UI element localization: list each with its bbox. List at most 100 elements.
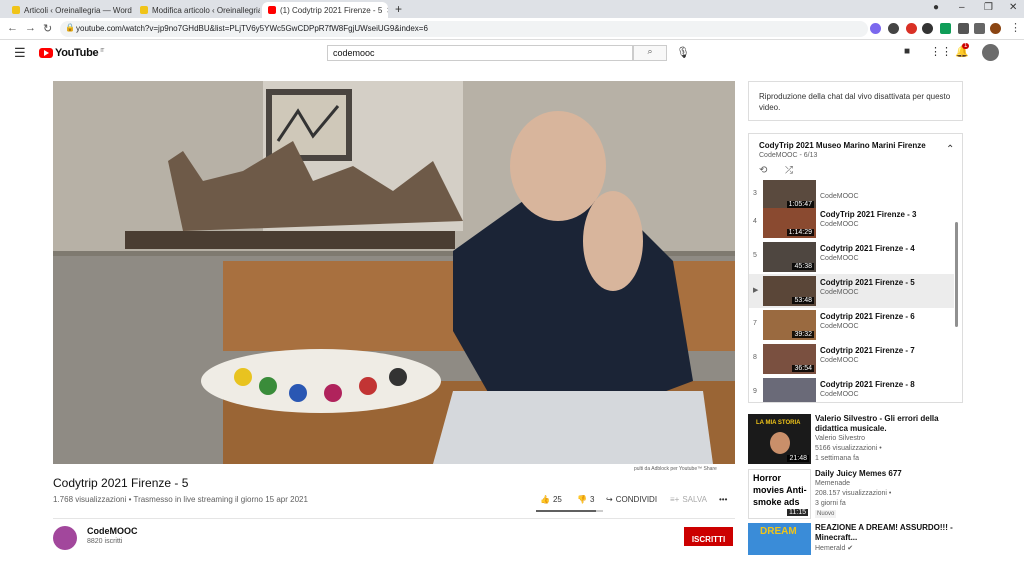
playlist-subtitle: CodeMOOC - 6/13 — [759, 152, 818, 159]
collapse-icon[interactable]: ⌃ — [946, 144, 954, 155]
tab-youtube[interactable]: (1) Codytrip 2021 Firenze - 5 ✕ — [262, 2, 388, 18]
recommended-age: 3 giorni fa — [815, 500, 846, 507]
search-icon: ⌕ — [647, 46, 653, 56]
channel-name[interactable]: CodeMOOC — [87, 526, 138, 536]
playlist-item-thumbnail — [763, 378, 816, 402]
profile-icon[interactable]: ● — [933, 2, 939, 13]
shuffle-icon[interactable]: ⤮ — [785, 165, 793, 176]
youtube-logo[interactable]: YouTube IT — [39, 47, 104, 59]
recommended-video[interactable]: Horror movies Anti-smoke ads 11:15 Daily… — [748, 469, 978, 519]
tab-title: Modifica articolo ‹ Oreinallegria — [152, 5, 260, 15]
playlist-item-index: 3 — [753, 190, 757, 197]
duration-label: 21:48 — [787, 455, 809, 462]
minimize-icon[interactable]: – — [959, 2, 965, 13]
recommended-video[interactable]: DREAM REAZIONE A DREAM! ASSURDO!!! - Min… — [748, 523, 978, 573]
logo-text: YouTube — [55, 47, 99, 59]
duration-label: 36:54 — [792, 365, 814, 372]
chat-disabled-notice: Riproduzione della chat dal vivo disatti… — [748, 81, 963, 121]
extension-icon[interactable] — [940, 23, 951, 34]
more-actions-button[interactable]: ••• — [719, 495, 727, 504]
playlist-item[interactable]: 5 45:38 Codytrip 2021 Firenze - 4 CodeMO… — [749, 240, 954, 274]
dislike-button[interactable]: 👎 3 — [577, 495, 594, 504]
share-icon: ↪ — [606, 495, 613, 504]
search-button[interactable]: ⌕ — [633, 45, 667, 61]
video-title: Codytrip 2021 Firenze - 5 — [53, 476, 189, 490]
new-tab-button[interactable]: + — [395, 2, 402, 16]
share-label: CONDIVIDI — [615, 495, 658, 504]
recommended-title: Valerio Silvestro - Gli errori della did… — [815, 414, 939, 433]
extension-icon[interactable] — [888, 23, 899, 34]
playlist-item-title: Codytrip 2021 Firenze - 8 — [820, 380, 915, 389]
loop-icon[interactable]: ⟲ — [759, 165, 767, 176]
playlist-item-title: Codytrip 2021 Firenze - 6 — [820, 312, 915, 321]
apps-icon[interactable]: ⋮⋮ — [930, 45, 952, 58]
wordpress-icon — [140, 6, 148, 14]
thumbnail-caption: DREAM — [760, 526, 797, 537]
playlist-item[interactable]: 7 39:32 Codytrip 2021 Firenze - 6 CodeMO… — [749, 308, 954, 342]
youtube-header: ☰ YouTube IT codemooc ⌕ 🎙 ■ ⋮⋮ 🔔 1 — [0, 40, 1024, 66]
save-button[interactable]: ≡+ SALVA — [670, 495, 707, 504]
url-field[interactable]: 🔒 youtube.com/watch?v=jp9no7GHdBU&list=P… — [60, 21, 868, 37]
restore-icon[interactable]: ❐ — [984, 2, 993, 13]
new-badge: Nuovo — [815, 510, 837, 518]
playlist-item[interactable]: 9 Codytrip 2021 Firenze - 8 CodeMOOC — [749, 376, 954, 402]
channel-avatar[interactable] — [53, 526, 77, 550]
recommended-thumbnail: Horror movies Anti-smoke ads 11:15 — [748, 469, 811, 519]
playlist-item[interactable]: 4 1:14:29 CodyTrip 2021 Firenze - 3 Code… — [749, 206, 954, 240]
playlist-item-current[interactable]: ▶ 53:48 Codytrip 2021 Firenze - 5 CodeMO… — [749, 274, 954, 308]
avatar[interactable] — [982, 44, 999, 61]
extension-icon[interactable] — [922, 23, 933, 34]
microphone-icon[interactable]: 🎙 — [676, 46, 690, 59]
playlist-scrollbar[interactable] — [955, 222, 958, 327]
thumbnail-caption: LA MIA STORIA — [756, 420, 801, 426]
video-player[interactable] — [53, 81, 735, 464]
close-tab-icon[interactable]: ✕ — [386, 6, 388, 15]
search-input[interactable]: codemooc — [327, 45, 633, 61]
reload-icon[interactable]: ↻ — [43, 22, 52, 35]
forward-icon[interactable]: → — [25, 22, 36, 34]
like-button[interactable]: 👍 25 — [540, 495, 562, 504]
subscribe-button[interactable]: ISCRITTI — [684, 527, 733, 546]
thumbnail-face — [770, 432, 790, 454]
playlist-item-index: 8 — [753, 354, 757, 361]
avatar[interactable] — [990, 23, 1001, 34]
duration-label: 45:38 — [792, 263, 814, 270]
playlist-item-channel: CodeMOOC — [820, 289, 859, 296]
duration-label: 11:15 — [787, 509, 808, 516]
extension-icon[interactable] — [870, 23, 881, 34]
playlist-title[interactable]: CodyTrip 2021 Museo Marino Marini Firenz… — [759, 141, 926, 150]
create-video-icon[interactable]: ■ — [904, 46, 910, 57]
hamburger-icon[interactable]: ☰ — [14, 45, 26, 61]
extension-icon[interactable] — [906, 23, 917, 34]
tab-articoli[interactable]: Articoli ‹ Oreinallegria — WordPress ✕ — [6, 2, 132, 18]
puzzle-icon[interactable] — [958, 23, 969, 34]
playlist-item-thumbnail: 53:48 — [763, 276, 816, 306]
logo-country: IT — [100, 47, 105, 54]
tab-modifica[interactable]: Modifica articolo ‹ Oreinallegria ✕ — [134, 2, 260, 18]
sentiment-bar — [536, 510, 603, 512]
address-bar-row: ← → ↻ 🔒 youtube.com/watch?v=jp9no7GHdBU&… — [0, 18, 1024, 40]
recommended-video[interactable]: LA MIA STORIA 21:48 Valerio Silvestro - … — [748, 414, 978, 464]
adblock-watermark: pulti da Adblock per Youtube™ Share — [634, 466, 717, 472]
playlist-item-index: 5 — [753, 252, 757, 259]
back-icon[interactable]: ← — [7, 22, 18, 34]
thumbs-up-icon: 👍 — [540, 495, 550, 504]
recommended-thumbnail: DREAM — [748, 523, 811, 555]
playlist-item-title: CodyTrip 2021 Firenze - 3 — [820, 210, 917, 219]
share-button[interactable]: ↪ CONDIVIDI — [606, 495, 657, 504]
playlist-item-title: Codytrip 2021 Firenze - 7 — [820, 346, 915, 355]
thumbnail-caption: Horror movies Anti-smoke ads — [753, 473, 807, 507]
reading-list-icon[interactable] — [974, 23, 985, 34]
recommended-title: REAZIONE A DREAM! ASSURDO!!! - Minecraft… — [815, 523, 953, 542]
wordpress-icon — [12, 6, 20, 14]
close-window-icon[interactable]: ✕ — [1009, 2, 1017, 13]
playlist-item[interactable]: 8 36:54 Codytrip 2021 Firenze - 7 CodeMO… — [749, 342, 954, 376]
playlist-item-thumbnail: 39:32 — [763, 310, 816, 340]
playlist-item-channel: CodeMOOC — [820, 221, 859, 228]
duration-label: 39:32 — [792, 331, 814, 338]
menu-icon[interactable]: ⋮ — [1010, 21, 1021, 34]
duration-label: 53:48 — [792, 297, 814, 304]
like-count: 25 — [552, 495, 562, 504]
playlist-item-channel: CodeMOOC — [820, 323, 859, 330]
playlist-item-title: Codytrip 2021 Firenze - 5 — [820, 278, 915, 287]
